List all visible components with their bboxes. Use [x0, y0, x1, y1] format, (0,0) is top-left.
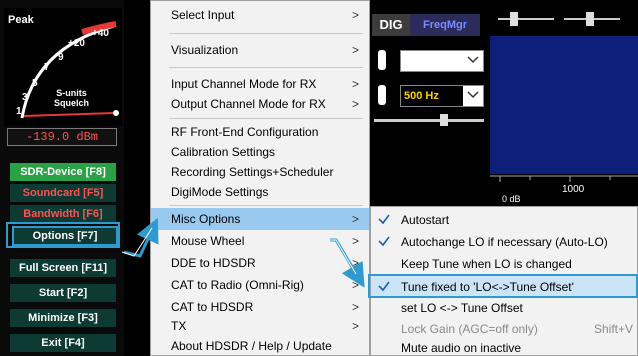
menu-item-rf-front-end[interactable]: RF Front-End Configuration: [151, 121, 369, 143]
menu-item-about[interactable]: About HDSDR / Help / Update: [151, 335, 369, 356]
scale-label-1: 1: [16, 106, 22, 117]
menu-item-label: About HDSDR / Help / Update: [171, 339, 332, 353]
menu-item-output-channel-mode[interactable]: Output Channel Mode for RX >: [151, 93, 369, 115]
menu-item-visualization[interactable]: Visualization >: [151, 39, 369, 61]
dig-button[interactable]: DIG: [372, 14, 410, 36]
menu-item-misc-options[interactable]: Misc Options >: [151, 208, 369, 230]
menu-item-mouse-wheel[interactable]: Mouse Wheel >: [151, 230, 369, 252]
menu-item-label: Recording Settings+Scheduler: [171, 165, 334, 179]
hdsdr-window: Peak +40 +20 9 7 5 3 1 S-units Squelch -…: [0, 0, 638, 356]
gain-slider[interactable]: [374, 110, 494, 130]
s-meter: Peak +40 +20 9 7 5 3 1 S-units Squelch: [4, 8, 122, 126]
chevron-down-icon: [467, 91, 479, 99]
chevron-right-icon: >: [351, 212, 359, 226]
menu-item-label: DDE to HDSDR: [171, 256, 256, 270]
submenu-item-label: Mute audio on inactive: [401, 341, 522, 355]
menu-item-digimode[interactable]: DigiMode Settings: [151, 181, 369, 203]
sdr-device-button[interactable]: SDR-Device [F8]: [10, 163, 116, 181]
full-screen-button[interactable]: Full Screen [F11]: [10, 259, 116, 277]
menu-separator: [169, 205, 363, 206]
tick-label-1000: 1000: [562, 184, 585, 195]
menu-item-calibration[interactable]: Calibration Settings: [151, 141, 369, 163]
bandwidth-button[interactable]: Bandwidth [F6]: [10, 205, 116, 223]
options-context-menu: Select Input > Visualization > Input Cha…: [150, 0, 370, 356]
tune-fixed-highlight-frame: [368, 274, 638, 298]
s-units-label: S-units: [56, 88, 87, 98]
menu-item-recording[interactable]: Recording Settings+Scheduler: [151, 161, 369, 183]
submenu-item-autochange-lo[interactable]: Autochange LO if necessary (Auto-LO): [371, 231, 637, 253]
submenu-item-label: Autostart: [401, 213, 450, 227]
shortcut-label: Shift+V: [593, 322, 633, 336]
soundcard-button[interactable]: Soundcard [F5]: [10, 184, 116, 202]
meter-legend: S-units Squelch: [54, 88, 89, 108]
bandwidth-select-value: 500 Hz: [401, 86, 463, 106]
scale-label-3: 3: [22, 92, 28, 103]
scale-label-plus40: +40: [92, 28, 109, 39]
minimize-button[interactable]: Minimize [F3]: [10, 309, 116, 327]
scale-label-7: 7: [44, 62, 50, 73]
chevron-right-icon: >: [351, 300, 359, 314]
menu-item-label: CAT to Radio (Omni-Rig): [171, 278, 304, 292]
menu-item-label: Mouse Wheel: [171, 234, 245, 248]
peak-label: Peak: [8, 14, 34, 26]
checkmark-icon: [378, 214, 390, 225]
db-label: 0 dB: [502, 194, 521, 204]
chevron-right-icon: >: [351, 278, 359, 292]
menu-item-label: Select Input: [171, 8, 235, 22]
menu-item-label: TX: [171, 319, 187, 333]
submenu-item-label: Autochange LO if necessary (Auto-LO): [401, 235, 608, 249]
bracket-icon: [378, 50, 386, 70]
chevron-right-icon: >: [351, 8, 359, 22]
submenu-item-keep-tune[interactable]: Keep Tune when LO is changed: [371, 253, 637, 275]
menu-item-label: Input Channel Mode for RX: [171, 77, 317, 91]
bandwidth-select[interactable]: 500 Hz: [400, 85, 484, 107]
menu-separator: [169, 67, 363, 68]
menu-item-label: RF Front-End Configuration: [171, 125, 319, 139]
menu-separator: [169, 33, 363, 34]
menu-item-label: Calibration Settings: [171, 145, 276, 159]
bracket-icon: [378, 85, 386, 105]
chevron-right-icon: >: [351, 234, 359, 248]
submenu-item-label: Lock Gain (AGC=off only): [401, 322, 538, 336]
chevron-right-icon: >: [351, 256, 359, 270]
menu-item-label: Output Channel Mode for RX: [171, 97, 326, 111]
spectrum-display[interactable]: [490, 36, 638, 174]
mode-select[interactable]: [400, 50, 484, 72]
menu-item-label: Visualization: [171, 43, 239, 57]
options-button[interactable]: Options [F7]: [12, 226, 118, 246]
menu-item-label: Misc Options: [171, 212, 241, 226]
menu-item-label: DigiMode Settings: [171, 185, 269, 199]
submenu-item-set-lo-offset[interactable]: set LO <-> Tune Offset: [371, 297, 637, 319]
menu-item-label: CAT to HDSDR: [171, 300, 254, 314]
left-control-panel: Peak +40 +20 9 7 5 3 1 S-units Squelch -…: [0, 0, 124, 356]
scale-label-9: 9: [58, 52, 64, 63]
menu-separator: [169, 118, 363, 119]
freqmgr-button[interactable]: FreqMgr: [410, 14, 480, 36]
menu-item-cat-to-radio[interactable]: CAT to Radio (Omni-Rig) >: [151, 274, 369, 296]
submenu-item-autostart[interactable]: Autostart: [371, 209, 637, 231]
scale-label-5: 5: [32, 78, 38, 89]
chevron-right-icon: >: [351, 77, 359, 91]
signal-level-readout: -139.0 dBm: [7, 128, 117, 146]
menu-item-select-input[interactable]: Select Input >: [151, 4, 369, 26]
submenu-item-mute-audio[interactable]: Mute audio on inactive: [371, 337, 637, 356]
squelch-label: Squelch: [54, 98, 90, 108]
chevron-down-icon: [467, 56, 479, 64]
exit-button[interactable]: Exit [F4]: [10, 334, 116, 352]
chevron-right-icon: >: [351, 319, 359, 333]
chevron-right-icon: >: [351, 97, 359, 111]
chevron-right-icon: >: [351, 43, 359, 57]
submenu-item-label: Keep Tune when LO is changed: [401, 257, 572, 271]
submenu-item-label: set LO <-> Tune Offset: [401, 301, 523, 315]
start-button[interactable]: Start [F2]: [10, 284, 116, 302]
scale-label-plus20: +20: [68, 38, 85, 49]
spectrum-axis: 1000 0 dB: [490, 174, 638, 204]
menu-item-tx[interactable]: TX >: [151, 315, 369, 337]
checkmark-icon: [378, 236, 390, 247]
menu-item-input-channel-mode[interactable]: Input Channel Mode for RX >: [151, 73, 369, 95]
menu-item-dde-to-hdsdr[interactable]: DDE to HDSDR >: [151, 252, 369, 274]
